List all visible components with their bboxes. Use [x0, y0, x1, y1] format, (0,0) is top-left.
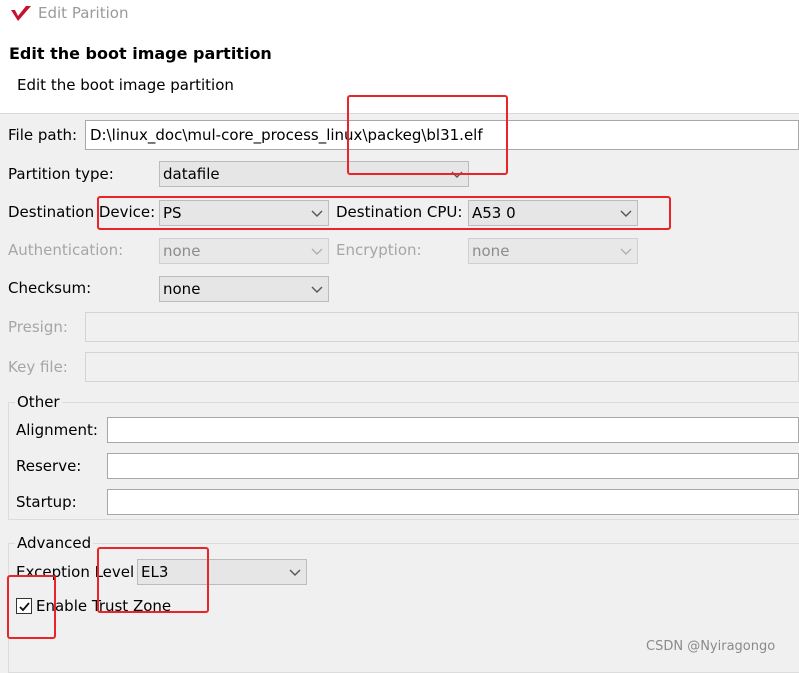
annotation-box-file-path: [347, 95, 508, 175]
reserve-label: Reserve:: [16, 457, 82, 475]
header-subtitle: Edit the boot image partition: [17, 76, 234, 94]
key-file-label: Key file:: [8, 358, 68, 376]
key-file-input[interactable]: [85, 352, 799, 382]
other-group-title: Other: [15, 393, 62, 411]
watermark: CSDN @Nyiragongo: [646, 639, 776, 654]
checksum-label: Checksum:: [8, 279, 92, 297]
encryption-select[interactable]: none: [468, 238, 638, 264]
startup-input[interactable]: [107, 489, 799, 515]
checksum-value: none: [163, 280, 201, 298]
chevron-down-icon: [620, 248, 632, 255]
advanced-group-title: Advanced: [15, 534, 94, 552]
annotation-box-destination: [97, 196, 671, 230]
header-title: Edit the boot image partition: [9, 44, 272, 63]
vivado-logo-icon: [10, 5, 32, 23]
alignment-label: Alignment:: [16, 421, 98, 439]
presign-label: Presign:: [8, 318, 68, 336]
authentication-select[interactable]: none: [159, 238, 329, 264]
alignment-input[interactable]: [107, 417, 799, 443]
chevron-down-icon: [289, 569, 301, 576]
partition-type-label: Partition type:: [8, 165, 114, 183]
authentication-label: Authentication:: [8, 241, 124, 259]
chevron-down-icon: [311, 248, 323, 255]
checksum-select[interactable]: none: [159, 276, 329, 302]
authentication-value: none: [163, 242, 201, 260]
startup-label: Startup:: [16, 493, 77, 511]
window-title: Edit Parition: [38, 4, 129, 22]
chevron-down-icon: [311, 286, 323, 293]
encryption-value: none: [472, 242, 510, 260]
partition-type-value: datafile: [163, 165, 220, 183]
file-path-label: File path:: [8, 126, 78, 144]
presign-input[interactable]: [85, 312, 799, 342]
annotation-box-trust-zone: [7, 575, 56, 639]
encryption-label: Encryption:: [336, 241, 422, 259]
annotation-box-exception-level: [97, 547, 209, 613]
reserve-input[interactable]: [107, 453, 799, 479]
